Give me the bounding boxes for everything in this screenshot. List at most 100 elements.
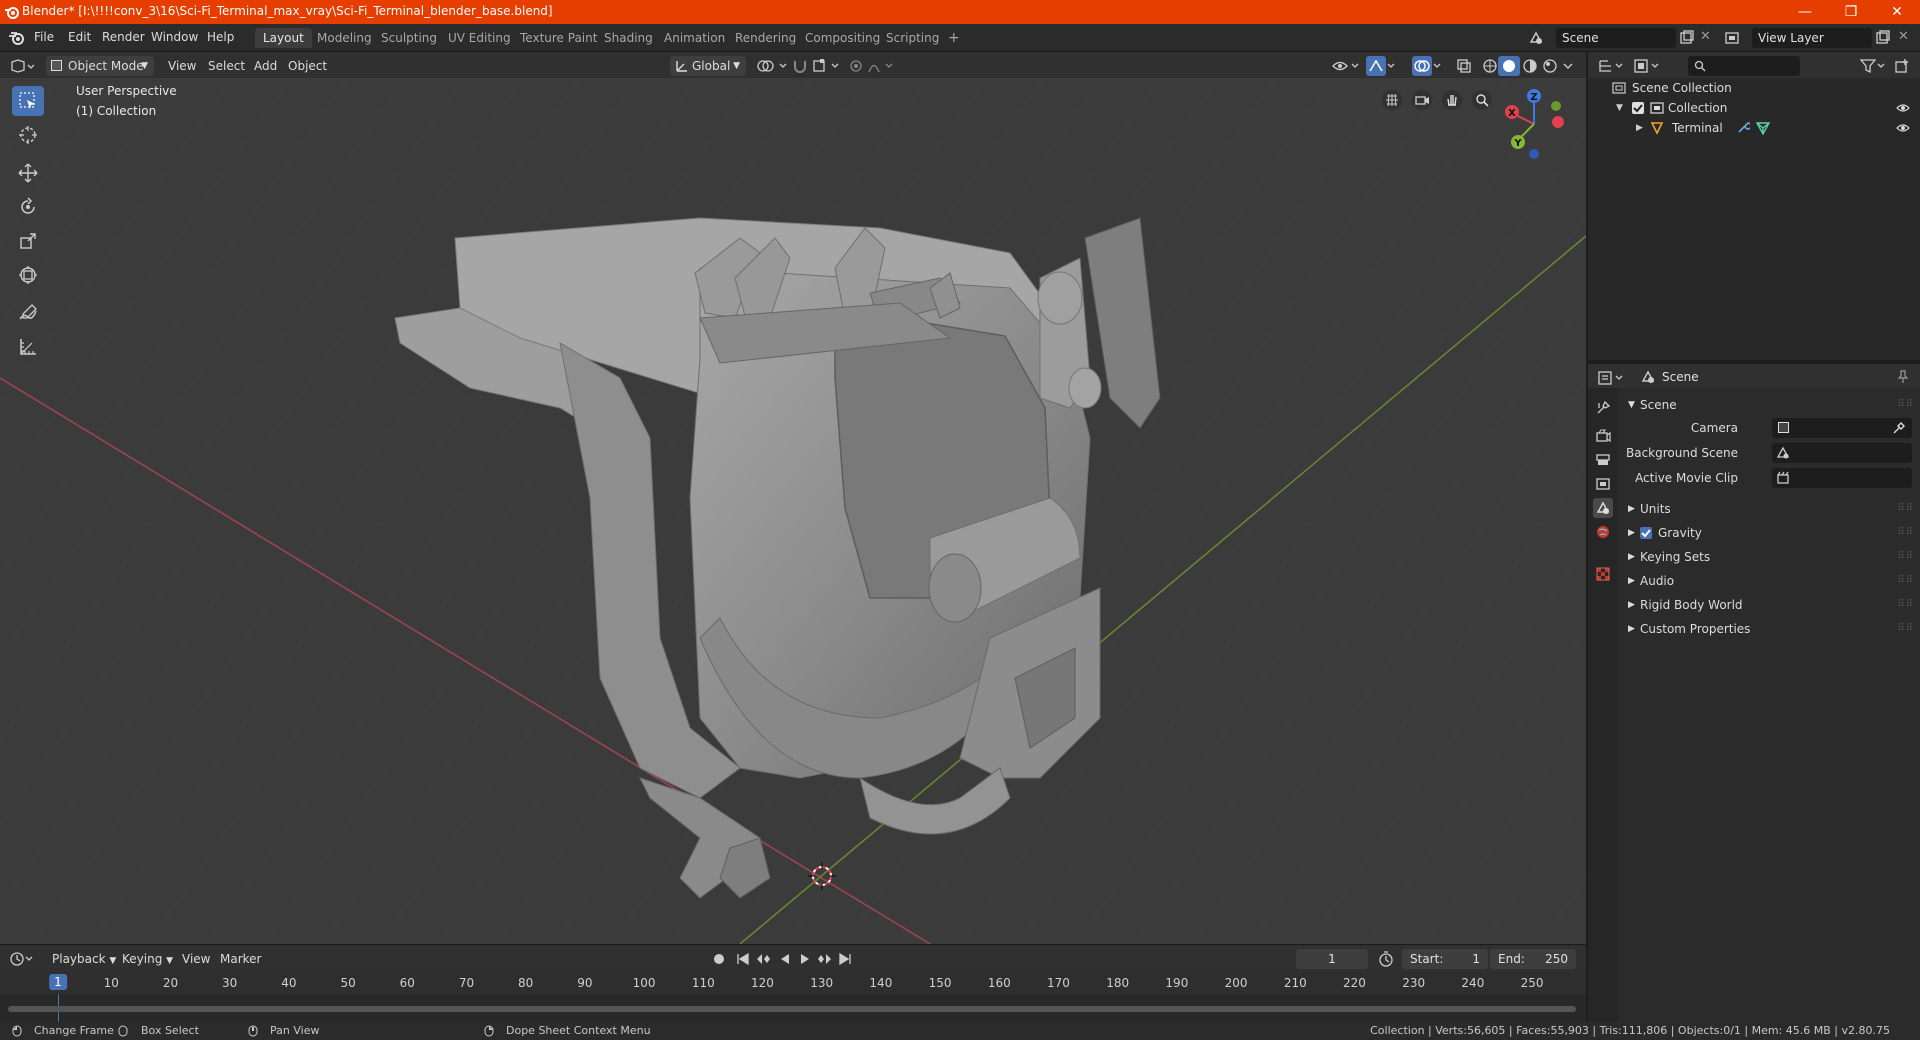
tab-rendering[interactable]: Rendering xyxy=(727,28,804,48)
object-mode-dropdown[interactable]: Object Mode ▼ xyxy=(46,56,154,76)
select-box-tool[interactable] xyxy=(12,86,44,116)
outliner-row-scene-collection[interactable]: Scene Collection xyxy=(1588,78,1920,98)
shading-options-icon[interactable] xyxy=(1562,60,1574,72)
frame-tick-label[interactable]: 70 xyxy=(459,976,474,990)
new-collection-icon[interactable] xyxy=(1894,58,1910,74)
frame-tick-label[interactable]: 110 xyxy=(692,976,715,990)
frame-tick-label[interactable]: 100 xyxy=(633,976,656,990)
frame-tick-label[interactable]: 80 xyxy=(518,976,533,990)
frame-tick-label[interactable]: 210 xyxy=(1284,976,1307,990)
frame-ruler[interactable]: 1 10 20 30 40 50 60 70 80 90 100 110 120 130 140 150 160… xyxy=(0,972,1586,994)
outliner[interactable]: Scene Collection ▼ Collection ▶ Terminal xyxy=(1588,78,1920,360)
tab-scripting[interactable]: Scripting xyxy=(878,28,947,48)
drag-handle-icon[interactable]: ⠿⠿ xyxy=(1897,546,1914,568)
tab-shading[interactable]: Shading xyxy=(596,28,661,48)
frame-tick-label[interactable]: 150 xyxy=(929,976,952,990)
proportional-editing-icon[interactable] xyxy=(848,58,864,74)
eyedropper-icon[interactable] xyxy=(1892,421,1906,435)
properties-editor-type-icon[interactable] xyxy=(1598,370,1624,386)
menu-render[interactable]: Render xyxy=(102,30,145,44)
transform-tool[interactable] xyxy=(12,260,44,290)
new-scene-icon[interactable] xyxy=(1678,30,1694,46)
tab-scene[interactable] xyxy=(1593,498,1613,518)
audio-section-header[interactable]: ▶ Audio ⠿⠿ xyxy=(1618,570,1920,592)
keying-sets-section-header[interactable]: ▶ Keying Sets ⠿⠿ xyxy=(1618,546,1920,568)
view-layer-icon[interactable] xyxy=(1724,30,1740,46)
camera-field[interactable] xyxy=(1772,418,1912,438)
falloff-icon[interactable] xyxy=(868,58,898,74)
gravity-checkbox[interactable] xyxy=(1640,527,1652,539)
jump-start-icon[interactable] xyxy=(736,952,750,966)
gizmo-neg-z-icon[interactable] xyxy=(1529,149,1539,159)
navigation-gizmo[interactable]: Z X Y xyxy=(1500,84,1570,164)
frame-tick-label[interactable]: 200 xyxy=(1225,976,1248,990)
object-menu[interactable]: Object xyxy=(288,56,327,76)
minimize-button[interactable]: — xyxy=(1782,0,1828,24)
rigid-body-world-section-header[interactable]: ▶ Rigid Body World ⠿⠿ xyxy=(1618,594,1920,616)
frame-tick-label[interactable]: 240 xyxy=(1461,976,1484,990)
background-scene-field[interactable] xyxy=(1772,443,1912,463)
frame-tick-label[interactable]: 220 xyxy=(1343,976,1366,990)
scene-section-header[interactable]: ▼ Scene ⠿⠿ xyxy=(1618,394,1920,416)
snap-target-icon[interactable] xyxy=(812,58,842,74)
frame-tick-label[interactable]: 130 xyxy=(810,976,833,990)
jump-keyframe-back-icon[interactable] xyxy=(756,952,772,966)
blender-menu-icon[interactable] xyxy=(8,30,26,46)
frame-tick-label[interactable]: 160 xyxy=(988,976,1011,990)
view-layer-field[interactable]: View Layer xyxy=(1752,28,1872,48)
tab-uv-editing[interactable]: UV Editing xyxy=(440,28,519,48)
frame-tick-label[interactable]: 40 xyxy=(281,976,296,990)
drag-handle-icon[interactable]: ⠿⠿ xyxy=(1897,618,1914,640)
tab-render[interactable] xyxy=(1593,426,1613,446)
frame-tick-label[interactable]: 170 xyxy=(1047,976,1070,990)
transform-orientation-dropdown[interactable]: Global ▼ xyxy=(670,56,746,76)
scene-icon[interactable] xyxy=(1528,30,1544,46)
material-preview-icon[interactable] xyxy=(1522,58,1538,74)
jump-keyframe-forward-icon[interactable] xyxy=(816,952,832,966)
tab-tool[interactable] xyxy=(1593,398,1613,418)
frame-tick-label[interactable]: 10 xyxy=(104,976,119,990)
current-frame-marker[interactable]: 1 xyxy=(49,974,67,990)
editor-type-icon[interactable] xyxy=(10,58,34,74)
frame-tick-label[interactable]: 20 xyxy=(163,976,178,990)
play-icon[interactable] xyxy=(798,952,812,966)
custom-properties-section-header[interactable]: ▶ Custom Properties ⠿⠿ xyxy=(1618,618,1920,640)
hand-pan-icon[interactable] xyxy=(1442,90,1462,110)
3d-viewport[interactable]: User Perspective (1) Collection Z X Y xyxy=(0,78,1586,944)
tab-sculpting[interactable]: Sculpting xyxy=(373,28,445,48)
snap-icon[interactable] xyxy=(792,58,808,74)
mesh-data-icon[interactable] xyxy=(1756,121,1770,135)
eye-icon[interactable] xyxy=(1896,103,1910,113)
tab-texture-paint[interactable]: Texture Paint xyxy=(512,28,605,48)
gizmo-toggle-icon[interactable] xyxy=(1366,56,1398,76)
tab-layout[interactable]: Layout xyxy=(255,28,312,48)
collection-checkbox[interactable] xyxy=(1632,102,1644,114)
xray-toggle-icon[interactable] xyxy=(1456,58,1472,74)
outliner-editor-type-icon[interactable] xyxy=(1598,58,1624,74)
timeline-editor-type-icon[interactable] xyxy=(10,951,34,967)
frame-tick-label[interactable]: 120 xyxy=(751,976,774,990)
measure-tool[interactable] xyxy=(12,332,44,362)
drag-handle-icon[interactable]: ⠿⠿ xyxy=(1897,498,1914,520)
playback-menu[interactable]: Playback ▼ xyxy=(52,949,116,969)
start-frame-field[interactable]: Start: 1 xyxy=(1402,949,1488,969)
frame-tick-label[interactable]: 250 xyxy=(1521,976,1544,990)
active-movie-clip-field[interactable] xyxy=(1772,468,1912,488)
outliner-row-terminal[interactable]: ▶ Terminal xyxy=(1588,118,1920,138)
modifier-wrench-icon[interactable] xyxy=(1736,121,1750,135)
current-frame-field[interactable]: 1 xyxy=(1296,949,1368,969)
jump-end-icon[interactable] xyxy=(838,952,852,966)
viewport-scene[interactable] xyxy=(0,78,1586,944)
pin-icon[interactable] xyxy=(1896,370,1910,384)
annotate-tool[interactable] xyxy=(12,298,44,328)
keying-menu[interactable]: Keying ▼ xyxy=(122,949,173,969)
gravity-section-header[interactable]: ▶ Gravity ⠿⠿ xyxy=(1618,522,1920,544)
add-workspace-button[interactable]: + xyxy=(940,28,968,48)
preview-range-icon[interactable] xyxy=(1378,951,1394,967)
gizmo-neg-y-icon[interactable] xyxy=(1551,101,1561,111)
new-view-layer-icon[interactable] xyxy=(1874,30,1890,46)
zoom-icon[interactable] xyxy=(1472,90,1492,110)
timeline-area[interactable]: 1 10 20 30 40 50 60 70 80 90 100 110 120 130 140 150 160… xyxy=(0,972,1586,1022)
scale-tool[interactable] xyxy=(12,226,44,256)
maximize-button[interactable]: ❐ xyxy=(1828,0,1874,24)
